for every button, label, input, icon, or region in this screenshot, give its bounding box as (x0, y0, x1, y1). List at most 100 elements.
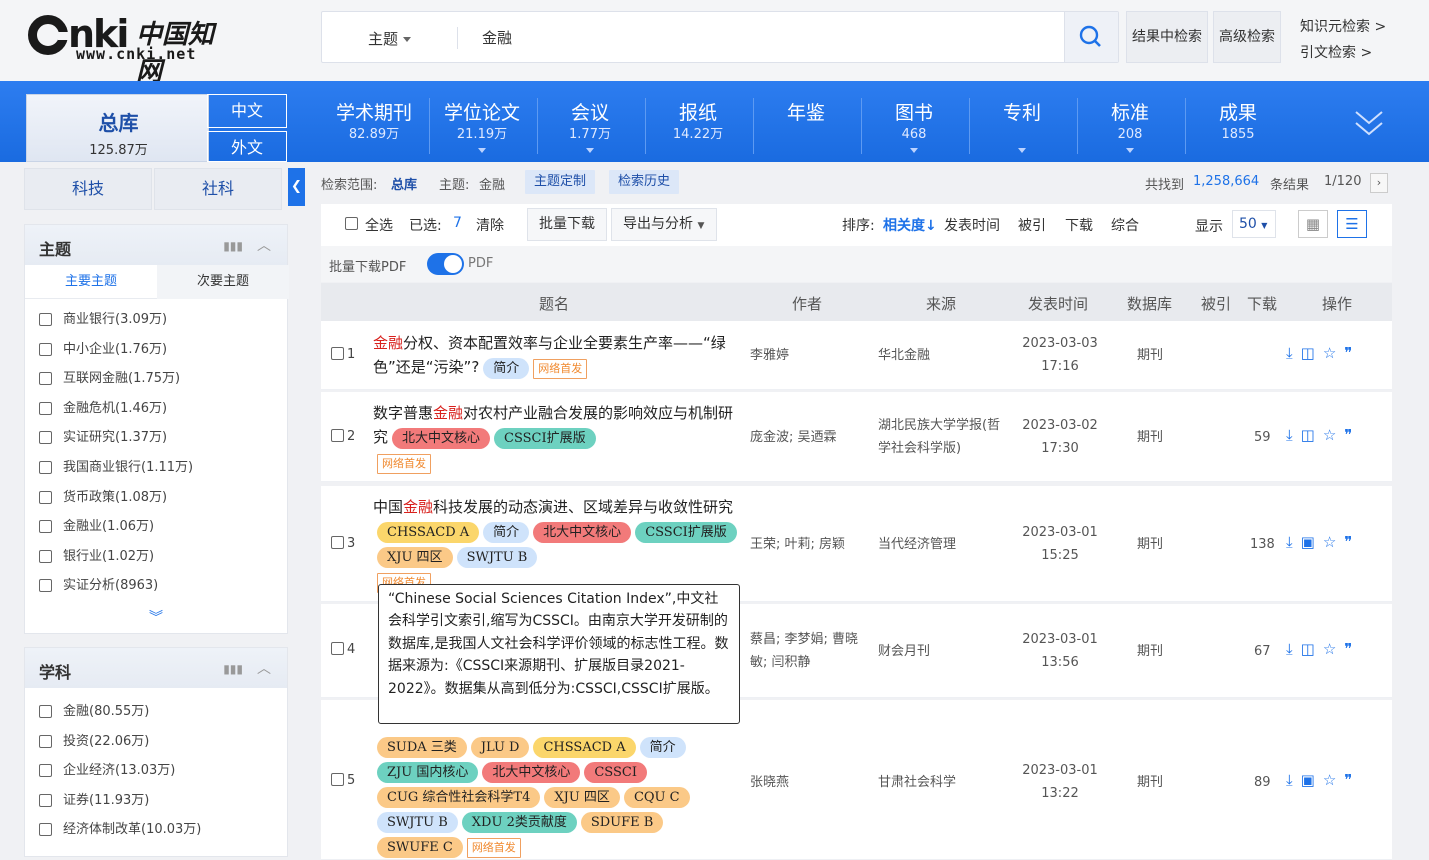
chart-icon[interactable]: ▮▮▮ (223, 662, 243, 676)
citation-search-link[interactable]: 引文检索 > (1300, 40, 1386, 66)
row-checkbox[interactable]: 5 (331, 773, 355, 788)
author[interactable]: 蔡昌; 李梦娟; 曹晓敏; 闫积静 (750, 628, 868, 674)
author[interactable]: 庞金波; 吴迺霖 (750, 426, 837, 449)
favorite-icon[interactable]: ☆ (1323, 771, 1344, 789)
tag-intro[interactable]: 简介 (639, 737, 686, 758)
tag-cssci-ext[interactable]: CSSCI扩展版 (635, 521, 737, 543)
tab-total-library[interactable]: 总库 125.87万 (26, 94, 209, 162)
knowledge-search-link[interactable]: 知识元检索 > (1300, 14, 1386, 40)
pdf-toggle[interactable] (427, 253, 464, 275)
favorite-icon[interactable]: ☆ (1323, 426, 1344, 444)
search-input[interactable]: 金融 (482, 27, 512, 48)
clear-selection-button[interactable]: 清除 (476, 215, 504, 235)
tab-books[interactable]: 图书 468 (860, 100, 968, 153)
cite-icon[interactable]: ❞ (1344, 344, 1360, 362)
read-icon[interactable]: ◫ (1301, 640, 1323, 658)
tab-social-science[interactable]: 社科 (154, 168, 282, 210)
tag-swjtu[interactable]: SWJTU B (377, 812, 458, 833)
tag-zju[interactable]: ZJU 国内核心 (377, 762, 479, 783)
sort-overall[interactable]: 综合 (1111, 215, 1139, 235)
table-row[interactable]: 5 SUDA 三类 JLU D CHSSACD A 简介ZJU 国内核心 北大中文核心 C… (321, 700, 1392, 860)
list-view-icon[interactable]: ☰ (1337, 210, 1367, 238)
topic-customize-button[interactable]: 主题定制 (525, 170, 596, 194)
tag-cssci[interactable]: CSSCI (584, 762, 647, 783)
facet-item[interactable]: 投资(22.06万) (25, 727, 287, 757)
author[interactable]: 王荣; 叶莉; 房颖 (750, 533, 845, 556)
tag-intro[interactable]: 简介 (483, 521, 530, 543)
tag-xju[interactable]: XJU 四区 (544, 787, 620, 808)
tag-cqu[interactable]: CQU C (623, 787, 690, 808)
facet-item[interactable]: 金融(80.55万) (25, 697, 287, 727)
tag-pku-core[interactable]: 北大中文核心 (392, 427, 491, 449)
tag-swufe[interactable]: SWUFE C (377, 837, 463, 858)
tab-achievements[interactable]: 成果 1855 (1184, 100, 1292, 144)
next-page-button[interactable]: › (1370, 173, 1388, 193)
chevron-up-icon[interactable]: ︿ (257, 658, 271, 678)
tab-journals[interactable]: 学术期刊 82.89万 (320, 100, 428, 144)
table-row[interactable]: 2 数字普惠金融对农村产业融合发展的影响效应与机制研究 北大中文核心 CSSCI扩展… (321, 392, 1392, 482)
facet-item[interactable]: 实证分析(8963) (25, 571, 287, 601)
tag-swjtu[interactable]: SWJTU B (456, 546, 538, 568)
download-icon[interactable]: ⤓ (1286, 533, 1301, 551)
facet-item[interactable]: 中小企业(1.76万) (25, 335, 287, 365)
source[interactable]: 财会月刊 (878, 640, 930, 663)
facet-item[interactable]: 企业经济(13.03万) (25, 756, 287, 786)
tag-xdu[interactable]: XDU 2类贡献度 (461, 812, 577, 833)
chevron-up-icon[interactable]: ︿ (257, 235, 271, 255)
expand-nav-icon[interactable] (1350, 104, 1388, 144)
favorite-icon[interactable]: ☆ (1323, 533, 1344, 551)
read-icon[interactable]: ◫ (1301, 344, 1323, 362)
tag-xju[interactable]: XJU 四区 (377, 546, 453, 568)
tab-secondary-topic[interactable]: 次要主题 (157, 265, 289, 299)
favorite-icon[interactable]: ☆ (1323, 640, 1344, 658)
table-row[interactable]: 1 金融分权、资本配置效率与企业全要素生产率——“绿色”还是“污染”? 简介 网络首… (321, 321, 1392, 390)
facet-item[interactable]: 我国商业银行(1.11万) (25, 453, 287, 483)
tag-jlu[interactable]: JLU D (470, 737, 530, 758)
source[interactable]: 华北金融 (878, 344, 930, 367)
search-history-button[interactable]: 检索历史 (609, 170, 680, 194)
row-checkbox[interactable]: 1 (331, 347, 355, 362)
facet-item[interactable]: 互联网金融(1.75万) (25, 364, 287, 394)
search-field-select[interactable]: 主题 (368, 28, 412, 49)
download-icon[interactable]: ⤓ (1286, 344, 1301, 362)
tag-chssacd[interactable]: CHSSACD A (377, 521, 480, 543)
tag-cug[interactable]: CUG 综合性社会科学T4 (377, 787, 541, 808)
sort-relevance[interactable]: 相关度↓ (883, 215, 937, 235)
advanced-search-button[interactable]: 高级检索 (1213, 11, 1281, 63)
lang-chinese-tab[interactable]: 中文 (207, 94, 287, 128)
sort-publish-time[interactable]: 发表时间 (944, 215, 1000, 235)
result-title-link[interactable]: 中国金融科技发展的动态演进、区域差异与收敛性研究 (373, 498, 733, 516)
tab-patents[interactable]: 专利 (968, 100, 1076, 153)
facet-item[interactable]: 金融业(1.06万) (25, 512, 287, 542)
favorite-icon[interactable]: ☆ (1323, 344, 1344, 362)
cite-icon[interactable]: ❞ (1344, 426, 1360, 444)
lang-foreign-tab[interactable]: 外文 (207, 131, 287, 162)
source[interactable]: 当代经济管理 (878, 533, 956, 556)
cnki-logo[interactable]: nki 中国知网 www.cnki.net (28, 12, 238, 87)
html-read-icon[interactable]: ▣ (1301, 771, 1323, 789)
cite-icon[interactable]: ❞ (1344, 533, 1360, 551)
tab-main-topic[interactable]: 主要主题 (25, 265, 157, 299)
tab-theses[interactable]: 学位论文 21.19万 (428, 100, 536, 153)
sort-cited[interactable]: 被引 (1018, 215, 1046, 235)
export-analysis-button[interactable]: 导出与分析 ▼ (611, 208, 717, 241)
search-in-results-button[interactable]: 结果中检索 (1126, 11, 1208, 63)
facet-item[interactable]: 商业银行(3.09万) (25, 305, 287, 335)
tag-pku-core[interactable]: 北大中文核心 (482, 762, 581, 783)
download-icon[interactable]: ⤓ (1286, 771, 1301, 789)
download-icon[interactable]: ⤓ (1286, 426, 1301, 444)
row-checkbox[interactable]: 3 (331, 536, 355, 551)
author[interactable]: 李雅婷 (750, 344, 789, 367)
expand-more-icon[interactable]: ︾ (25, 607, 287, 627)
tag-suda[interactable]: SUDA 三类 (377, 737, 467, 758)
tab-newspapers[interactable]: 报纸 14.22万 (644, 100, 752, 144)
tab-yearbooks[interactable]: 年鉴 (752, 100, 860, 126)
tab-standards[interactable]: 标准 208 (1076, 100, 1184, 153)
author[interactable]: 张晓燕 (750, 771, 789, 794)
facet-item[interactable]: 经济体制改革(10.03万) (25, 815, 287, 845)
source[interactable]: 甘肃社会科学 (878, 771, 956, 794)
cite-icon[interactable]: ❞ (1344, 771, 1360, 789)
html-read-icon[interactable]: ▣ (1301, 533, 1323, 551)
facet-item[interactable]: 实证研究(1.37万) (25, 423, 287, 453)
row-checkbox[interactable]: 2 (331, 429, 355, 444)
